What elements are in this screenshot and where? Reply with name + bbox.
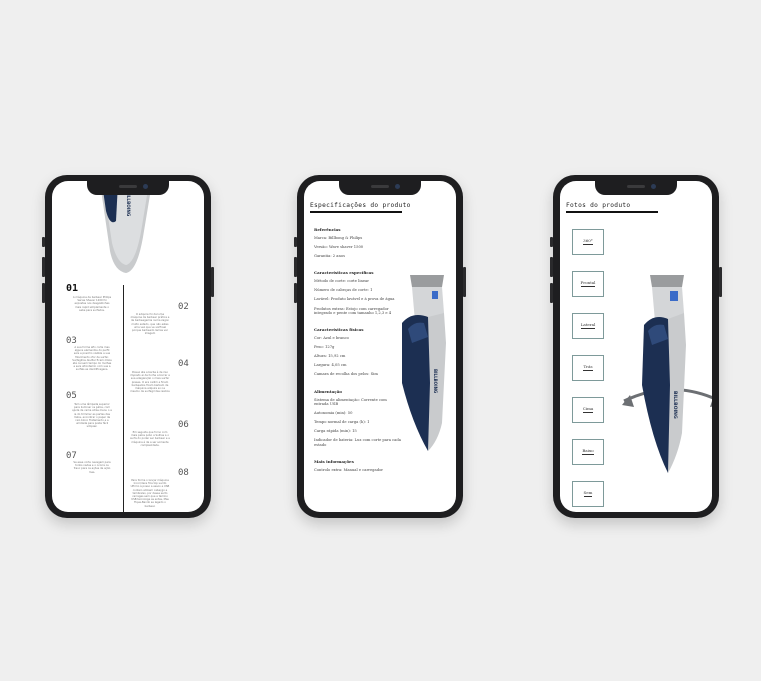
spec-line: Lavável: Produto lavável e à prova de ág… — [314, 297, 395, 302]
view-back-button[interactable]: Trás — [572, 355, 604, 381]
step-text: Possui ate a barba é de riso imposto ai … — [130, 371, 170, 394]
step-text: O adquire foi dal uma máquina de barbear… — [130, 313, 170, 336]
spec-line: Camara de recolha dos pelos: Sim — [314, 372, 378, 377]
button-label: Sem Registado — [577, 490, 599, 512]
view-bottom-button[interactable]: Baixo — [572, 439, 604, 465]
brand-text: BILLBOING — [433, 369, 438, 393]
step-number: 05 — [66, 391, 77, 401]
spec-heading: Características específicas — [314, 270, 374, 276]
spec-line: Método de corte: corte linear — [314, 279, 370, 284]
spec-list: Referências Marca: Billbong & Philips Ve… — [314, 227, 402, 477]
spec-line: Altura: 15,92 cm — [314, 354, 346, 359]
mute-switch — [550, 237, 553, 247]
title-underline — [566, 211, 658, 213]
spec-line: Marca: Billbong & Philips — [314, 236, 363, 240]
view-360-button[interactable]: 360° — [572, 229, 604, 255]
button-label: 360° — [583, 238, 593, 245]
phone-specifications: Especificações do produto Referências Ma… — [294, 175, 466, 518]
power-button — [719, 267, 722, 297]
timeline-line — [123, 285, 124, 512]
volume-down-button — [550, 283, 553, 303]
step-text: Se esse corte navegam para todos nadas e… — [73, 461, 111, 474]
view-top-button[interactable]: Cima — [572, 397, 604, 423]
spec-line: Carga rápida (min): 15 — [314, 429, 357, 434]
step-text: A máquina de barbear Philips Series Shav… — [72, 296, 112, 312]
volume-up-button — [294, 257, 297, 277]
spec-line: Autonomia (min): 50 — [314, 411, 353, 416]
spec-line: Tempo normal de carga (h): 1 — [314, 420, 370, 425]
spec-heading: Referências — [314, 227, 341, 232]
mute-switch — [294, 237, 297, 247]
spec-heading: Mais informações — [314, 458, 354, 464]
spec-line: Peso: 127g — [314, 345, 335, 350]
button-label: Lateral — [580, 322, 596, 329]
spec-line: Sistema de alimentação: Corrente com ent… — [314, 397, 387, 406]
button-label: Frontal — [580, 280, 596, 287]
step-text: A sua forma afin corte mas alguns elemen… — [72, 346, 112, 372]
step-text: Em seguida que forno com mais pelos pobo… — [130, 431, 170, 447]
brand-text: BILLBOING — [672, 391, 678, 419]
shaver-image: BILLBOING — [402, 275, 446, 451]
screen: Especificações do produto Referências Ma… — [304, 181, 456, 512]
spec-heading: Características físicas — [314, 327, 364, 333]
volume-down-button — [294, 283, 297, 303]
page-title: Fotos do produto — [566, 202, 631, 209]
power-button — [463, 267, 466, 297]
phone-timeline: BILLBOING 01 A máquina de barbear Philip… — [42, 175, 214, 518]
step-number: 02 — [178, 302, 189, 312]
spec-line: Largura: 4,05 cm — [314, 363, 347, 368]
notch — [595, 181, 677, 195]
screen: Fotos do produto 360° Frontal Lateral Tr… — [560, 181, 712, 512]
spec-line: Produtos extras: Estojo com carregador i… — [314, 306, 392, 315]
volume-down-button — [42, 283, 45, 303]
notch — [339, 181, 421, 195]
title-underline — [310, 211, 402, 213]
volume-up-button — [550, 257, 553, 277]
screen: BILLBOING 01 A máquina de barbear Philip… — [52, 181, 204, 512]
power-button — [211, 267, 214, 297]
button-label: Baixo — [582, 448, 594, 455]
spec-line: Indicador de bateria: Luz com corte para… — [314, 438, 401, 447]
button-label: Trás — [583, 364, 593, 371]
step-number: 07 — [66, 451, 77, 461]
phone-photos: Fotos do produto 360° Frontal Lateral Tr… — [550, 175, 722, 518]
step-number: 01 — [66, 283, 79, 294]
notch — [87, 181, 169, 195]
step-number: 06 — [178, 420, 189, 430]
step-number: 03 — [66, 336, 77, 346]
step-text: Tem uma lâmpada superior para iluminar o… — [72, 403, 112, 429]
view-lateral-button[interactable]: Lateral — [572, 313, 604, 339]
mute-switch — [42, 237, 45, 247]
page-title: Especificações do produto — [310, 202, 411, 209]
view-frontal-button[interactable]: Frontal — [572, 271, 604, 297]
step-text: Para forma o lançar máquina Incorrdens f… — [130, 479, 170, 508]
spec-line: Garantia: 2 anos — [314, 254, 345, 259]
view-unregistered-button[interactable]: Sem Registado — [572, 481, 604, 512]
spec-heading: Alimentação — [314, 388, 342, 394]
step-number: 04 — [178, 359, 189, 369]
spec-line: Versão: Wave shaver 1500 — [314, 245, 364, 250]
spec-line: Número de cabeças de corte: 1 — [314, 288, 373, 293]
spec-line: Controlo extra: Manual e carregador — [314, 467, 384, 472]
volume-up-button — [42, 257, 45, 277]
button-label: Cima — [582, 406, 594, 413]
step-number: 08 — [178, 468, 189, 478]
spec-line: Cor: Azul e branco — [314, 336, 349, 341]
shaver-360-image: BILLBOING — [622, 275, 712, 473]
